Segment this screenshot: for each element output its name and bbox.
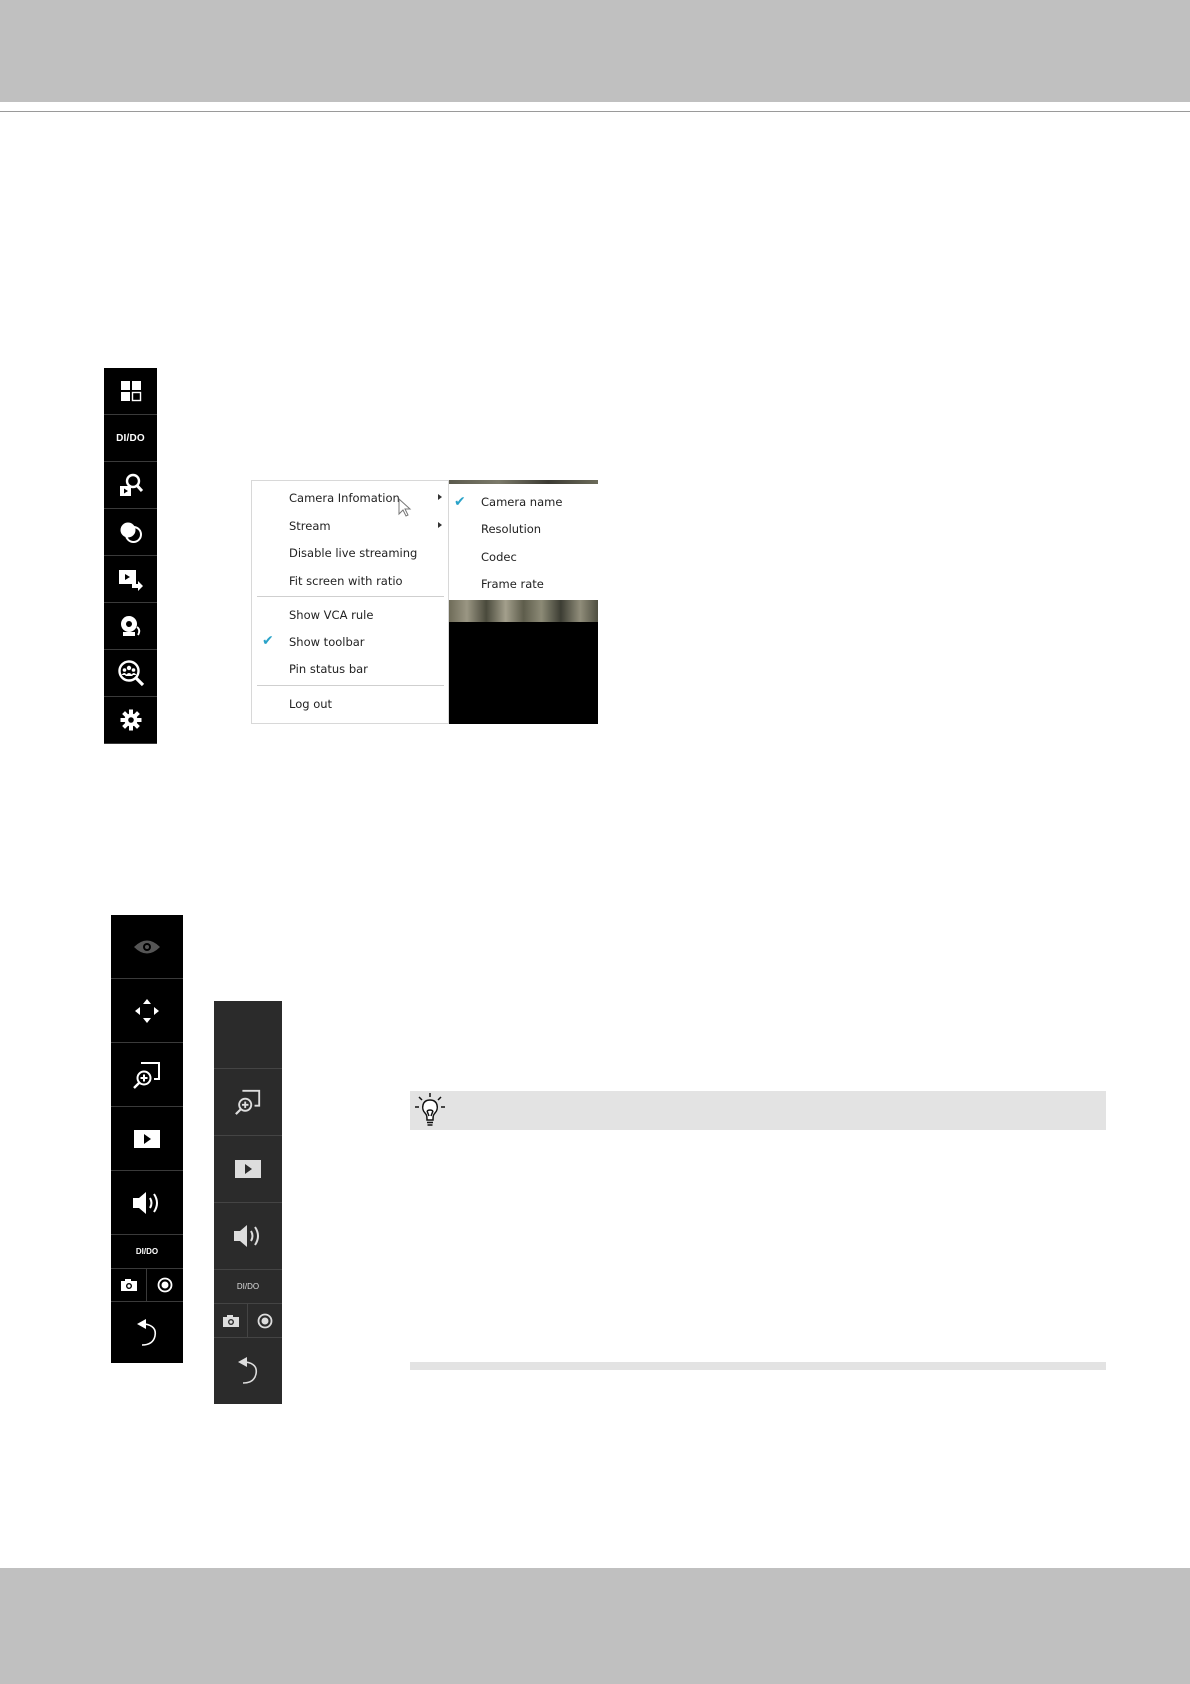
volume-icon — [133, 1191, 158, 1214]
submenu-arrow-icon — [438, 494, 442, 500]
menu-item-show-vca-rule[interactable]: Show VCA rule — [289, 608, 373, 622]
export-video-button[interactable] — [104, 556, 157, 603]
zoom-button[interactable] — [111, 1043, 183, 1107]
menu-item-show-toolbar[interactable]: Show toolbar — [289, 635, 365, 649]
people-search-icon — [117, 660, 144, 687]
pan-button[interactable] — [111, 979, 183, 1043]
menu-item-pin-status-bar[interactable]: Pin status bar — [289, 662, 368, 676]
search-playback-icon — [119, 473, 143, 496]
undo-button[interactable] — [214, 1338, 282, 1404]
snapshot-record-row — [214, 1304, 282, 1338]
video-toolbar-gray: DI/DO — [214, 1001, 282, 1404]
menu-item-camera-information[interactable]: Camera Infomation — [289, 491, 400, 505]
record-button[interactable] — [248, 1304, 282, 1337]
menu-item-log-out[interactable]: Log out — [289, 697, 332, 711]
camera-snapshot-icon — [120, 1279, 137, 1291]
volume-button[interactable] — [214, 1203, 282, 1270]
record-icon — [157, 1277, 173, 1293]
record-icon — [257, 1313, 273, 1328]
video-thumbnail-strip — [449, 600, 598, 622]
check-icon: ✔ — [454, 494, 466, 510]
menu-item-fit-screen[interactable]: Fit screen with ratio — [289, 574, 403, 588]
tip-header-bar — [410, 1091, 1106, 1130]
check-icon: ✔ — [262, 633, 274, 649]
undo-button[interactable] — [111, 1302, 183, 1363]
record-button[interactable] — [147, 1269, 183, 1301]
submenu-item-resolution[interactable]: Resolution — [481, 522, 541, 536]
speaker-alert-icon — [120, 616, 140, 636]
mask-overlay-button[interactable] — [104, 509, 157, 556]
mouse-cursor-icon — [398, 498, 412, 517]
blank-slot — [214, 1001, 282, 1069]
eye-icon — [134, 940, 160, 953]
settings-button[interactable] — [104, 697, 157, 744]
menu-separator — [257, 596, 444, 597]
play-icon — [235, 1160, 261, 1178]
people-search-button[interactable] — [104, 650, 157, 697]
camera-information-submenu: ✔ Camera name Resolution Codec Frame rat… — [449, 494, 598, 600]
dido-button[interactable]: DI/DO — [214, 1270, 282, 1304]
tip-footer-bar — [410, 1362, 1106, 1370]
mask-overlay-icon — [120, 522, 142, 543]
page-footer-band — [0, 1568, 1190, 1684]
gear-icon — [120, 709, 141, 731]
play-button[interactable] — [111, 1107, 183, 1171]
layout-grid-icon — [120, 381, 141, 402]
context-menu: Camera Infomation Stream Disable live st… — [251, 480, 449, 724]
dido-button[interactable]: DI/DO — [104, 415, 157, 462]
di-do-icon: DI/DO — [236, 1282, 260, 1291]
zoom-in-icon — [235, 1089, 261, 1115]
dido-button[interactable]: DI/DO — [111, 1235, 183, 1269]
volume-button[interactable] — [111, 1171, 183, 1235]
undo-icon — [238, 1357, 258, 1384]
snapshot-button[interactable] — [214, 1304, 248, 1337]
submenu-arrow-icon — [438, 522, 442, 528]
lightbulb-icon — [415, 1093, 445, 1126]
search-playback-button[interactable] — [104, 462, 157, 509]
speaker-alert-button[interactable] — [104, 603, 157, 650]
undo-icon — [137, 1318, 157, 1346]
header-rule — [0, 111, 1190, 112]
volume-icon — [234, 1225, 259, 1247]
video-pane — [449, 622, 598, 724]
main-toolbar: DI/DO — [104, 368, 157, 744]
di-do-icon: DI/DO — [116, 432, 145, 444]
menu-item-stream[interactable]: Stream — [289, 519, 331, 533]
play-button[interactable] — [214, 1136, 282, 1203]
export-video-icon — [118, 570, 143, 591]
menu-separator — [257, 685, 444, 686]
page-header-band — [0, 0, 1190, 102]
di-do-icon: DI/DO — [135, 1247, 159, 1256]
layout-button[interactable] — [104, 368, 157, 415]
submenu-item-camera-name[interactable]: Camera name — [481, 495, 562, 509]
video-toolbar-dark: DI/DO — [111, 915, 183, 1363]
snapshot-button[interactable] — [111, 1269, 147, 1301]
zoom-button[interactable] — [214, 1069, 282, 1136]
camera-snapshot-icon — [222, 1314, 239, 1327]
pan-arrows-icon — [135, 998, 159, 1023]
view-button[interactable] — [111, 915, 183, 979]
zoom-in-icon — [133, 1061, 160, 1089]
submenu-item-codec[interactable]: Codec — [481, 550, 517, 564]
snapshot-record-row — [111, 1269, 183, 1302]
play-icon — [134, 1129, 160, 1148]
video-thumbnail-top — [449, 480, 598, 484]
menu-item-disable-live-streaming[interactable]: Disable live streaming — [289, 546, 417, 560]
submenu-item-frame-rate[interactable]: Frame rate — [481, 577, 544, 591]
